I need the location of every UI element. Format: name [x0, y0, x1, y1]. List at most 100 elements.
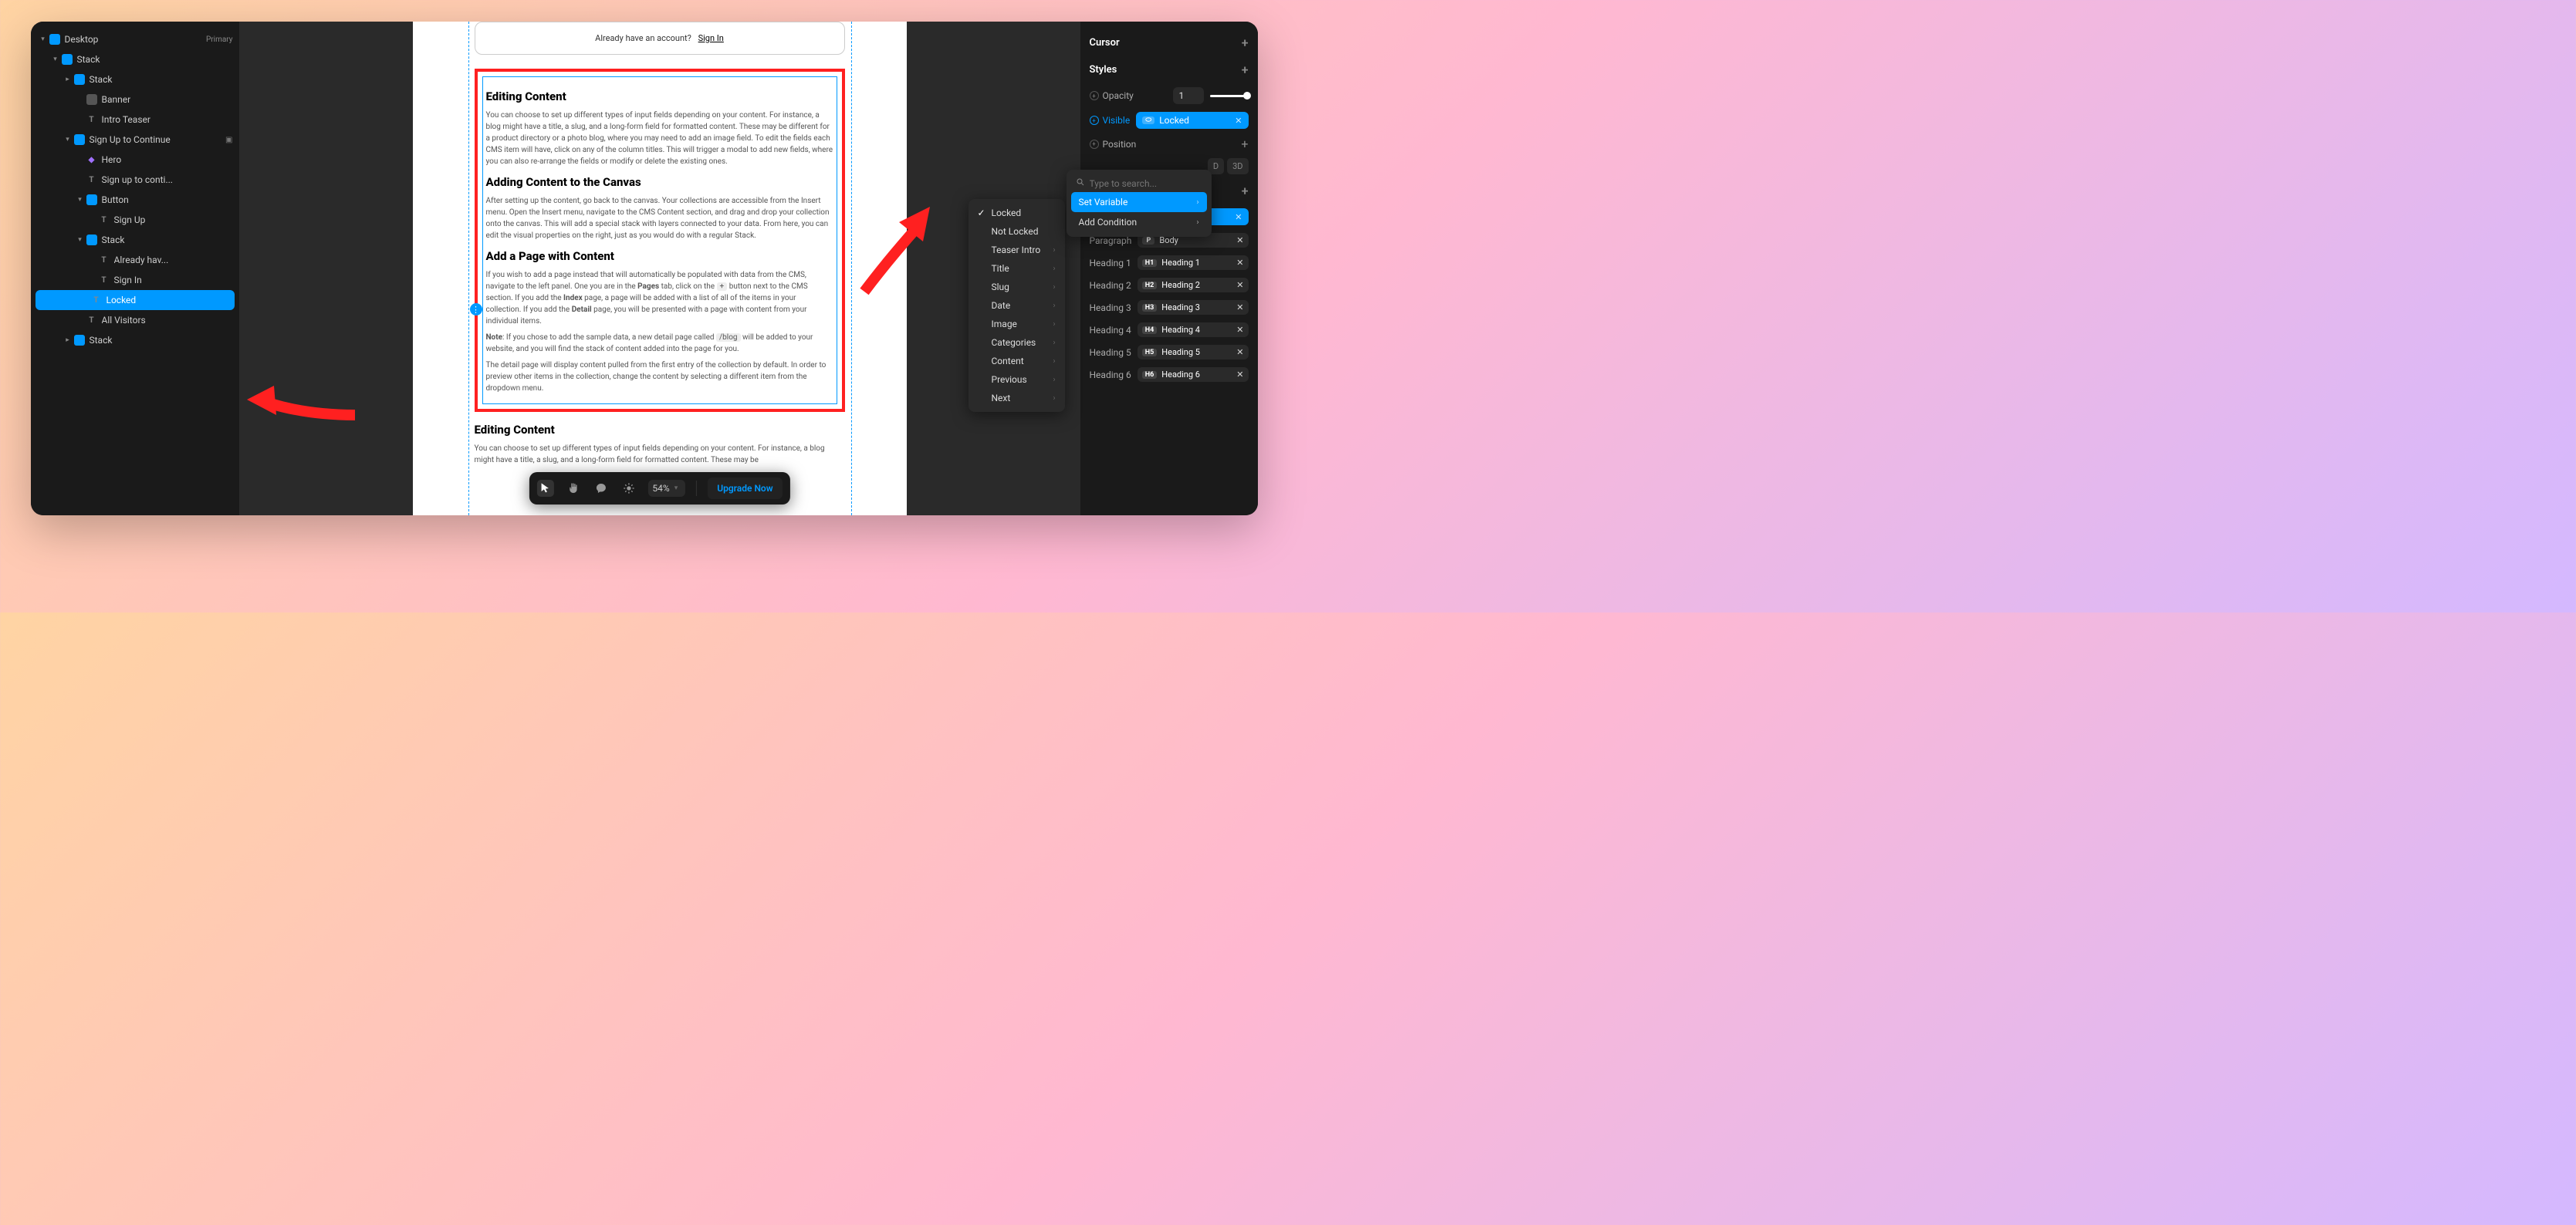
chevron-icon: ▾ [76, 236, 85, 244]
primary-badge: Primary [206, 35, 233, 44]
opacity-row: +Opacity 1 [1090, 83, 1249, 108]
context-menu-item[interactable]: Not Locked [969, 222, 1065, 241]
below-selection-content: Editing Content You can choose to set up… [475, 423, 845, 466]
upgrade-now-button[interactable]: Upgrade Now [708, 478, 782, 499]
hand-tool-icon[interactable] [564, 480, 581, 497]
zoom-level-dropdown[interactable]: 54%▾ [647, 480, 685, 497]
layer-tree-item[interactable]: TLocked [35, 290, 235, 310]
layer-tree-item[interactable]: TAll Visitors [31, 310, 239, 330]
text-style-chip[interactable]: H6Heading 6✕ [1138, 367, 1249, 382]
plus-icon[interactable]: + [1242, 62, 1249, 77]
opacity-slider[interactable] [1210, 95, 1249, 97]
layer-tree-item[interactable]: ▾Button [31, 190, 239, 210]
context-menu-item[interactable]: Title› [969, 259, 1065, 278]
add-override-icon[interactable]: + [1090, 140, 1099, 149]
context-menu-item[interactable]: Categories› [969, 333, 1065, 352]
layer-label: Stack [102, 235, 233, 245]
plus-icon[interactable]: + [1242, 184, 1249, 198]
clear-icon[interactable]: ✕ [1236, 370, 1243, 380]
layer-tree-item[interactable]: ▾Stack [31, 49, 239, 69]
styles-section-header[interactable]: Styles + [1090, 56, 1249, 83]
text-style-chip[interactable]: H3Heading 3✕ [1138, 300, 1249, 315]
text-style-chip[interactable]: H2Heading 2✕ [1138, 278, 1249, 292]
context-menu-item[interactable]: Image› [969, 315, 1065, 333]
text-style-chip[interactable]: H1Heading 1✕ [1138, 255, 1249, 270]
clear-icon[interactable]: ✕ [1236, 325, 1243, 335]
variable-search-input[interactable] [1090, 178, 1210, 189]
context-menu-item[interactable]: ✓Locked [969, 204, 1065, 222]
layer-tree-sidebar: ▾DesktopPrimary▾Stack▸StackBannerTIntro … [31, 22, 239, 515]
layer-label: Desktop [65, 34, 206, 45]
text-style-label: Heading 1 [1090, 258, 1131, 268]
plus-icon[interactable]: + [1242, 35, 1249, 50]
heading-level-pill: H5 [1142, 349, 1158, 356]
search-option[interactable]: Set Variable› [1071, 192, 1207, 212]
chevron-icon: ▾ [76, 196, 85, 204]
clear-icon[interactable]: ✕ [1236, 302, 1243, 312]
layer-tree-item[interactable]: TAlready hav... [31, 250, 239, 270]
body-text: You can choose to set up different types… [475, 443, 845, 466]
clear-icon[interactable]: ✕ [1236, 235, 1243, 245]
app-window: ▾DesktopPrimary▾Stack▸StackBannerTIntro … [31, 22, 1258, 515]
layer-label: Stack [77, 54, 233, 65]
layer-label: Sign up to conti... [102, 174, 233, 185]
chevron-right-icon: › [1053, 265, 1055, 273]
resize-handle-left[interactable]: ⋮ [470, 303, 482, 316]
add-override-icon[interactable]: + [1090, 91, 1099, 100]
heading-level-pill: H3 [1142, 304, 1158, 312]
heading-level-pill: H2 [1142, 282, 1158, 289]
layer-label: Sign Up to Continue [90, 134, 223, 145]
brightness-icon[interactable] [620, 480, 637, 497]
context-menu-item[interactable]: Slug› [969, 278, 1065, 296]
layer-label: Sign Up [114, 214, 233, 225]
layer-tree-item[interactable]: ▸Stack [31, 330, 239, 350]
clear-icon[interactable]: ✕ [1235, 116, 1242, 126]
cursor-tool-icon[interactable] [536, 480, 553, 497]
layer-tree-item[interactable]: TIntro Teaser [31, 110, 239, 130]
variable-search-popup: Set Variable›Add Condition› [1067, 170, 1212, 237]
variable-icon: ⬭ [1142, 116, 1154, 124]
search-icon [1076, 177, 1085, 189]
guide-line-right [851, 22, 852, 515]
layer-tree-item[interactable]: TSign In [31, 270, 239, 290]
context-menu-item[interactable]: Date› [969, 296, 1065, 315]
sign-in-link[interactable]: Sign In [698, 33, 724, 43]
selection-inner-blue: Editing Content You can choose to set up… [482, 76, 837, 404]
layer-tree-item[interactable]: ▾ Stack [31, 230, 239, 250]
cursor-section-header[interactable]: Cursor + [1090, 29, 1249, 56]
layer-tree-item[interactable]: Banner [31, 89, 239, 110]
body-text: If you wish to add a page instead that w… [486, 269, 833, 327]
opacity-value-input[interactable]: 1 [1173, 87, 1204, 104]
body-text: After setting up the content, go back to… [486, 195, 833, 241]
layer-tree-item[interactable]: ▾Sign Up to Continue▣ [31, 130, 239, 150]
clear-icon[interactable]: ✕ [1236, 347, 1243, 357]
layer-tree-item[interactable]: TSign up to conti... [31, 170, 239, 190]
clear-icon[interactable]: ✕ [1235, 212, 1242, 222]
context-menu-item[interactable]: Teaser Intro› [969, 241, 1065, 259]
layer-tree-item[interactable]: ▾DesktopPrimary [31, 29, 239, 49]
add-override-icon[interactable]: + [1090, 116, 1099, 125]
context-menu-item[interactable]: Next› [969, 389, 1065, 407]
canvas-toolbar: 54%▾ Upgrade Now [529, 472, 789, 505]
plus-icon[interactable]: + [1241, 137, 1248, 151]
layer-tree-item[interactable]: ◆Hero [31, 150, 239, 170]
visible-context-menu: ✓LockedNot LockedTeaser Intro›Title›Slug… [969, 199, 1065, 412]
canvas-area[interactable]: Already have an account? Sign In ⋮ Editi… [239, 22, 1080, 515]
text-style-chip[interactable]: H5Heading 5✕ [1138, 345, 1249, 359]
chevron-right-icon: › [1196, 218, 1198, 227]
text-style-chip[interactable]: H4Heading 4✕ [1138, 322, 1249, 337]
component-badge-icon: ▣ [225, 136, 232, 144]
context-menu-item[interactable]: Previous› [969, 370, 1065, 389]
layer-tree-item[interactable]: ▸Stack [31, 69, 239, 89]
clear-icon[interactable]: ✕ [1236, 258, 1243, 268]
visible-value-chip[interactable]: ⬭ Locked ✕ [1136, 112, 1248, 129]
clear-icon[interactable]: ✕ [1236, 280, 1243, 290]
text-style-row: Heading 4H4Heading 4✕ [1090, 319, 1249, 341]
layer-tree-item[interactable]: TSign Up [31, 210, 239, 230]
context-menu-item[interactable]: Content› [969, 352, 1065, 370]
comment-tool-icon[interactable] [592, 480, 609, 497]
body-text: The detail page will display content pul… [486, 359, 833, 394]
search-option[interactable]: Add Condition› [1071, 212, 1207, 232]
text-style-row: Heading 3H3Heading 3✕ [1090, 296, 1249, 319]
position-3d-button[interactable]: 3D [1227, 158, 1248, 174]
